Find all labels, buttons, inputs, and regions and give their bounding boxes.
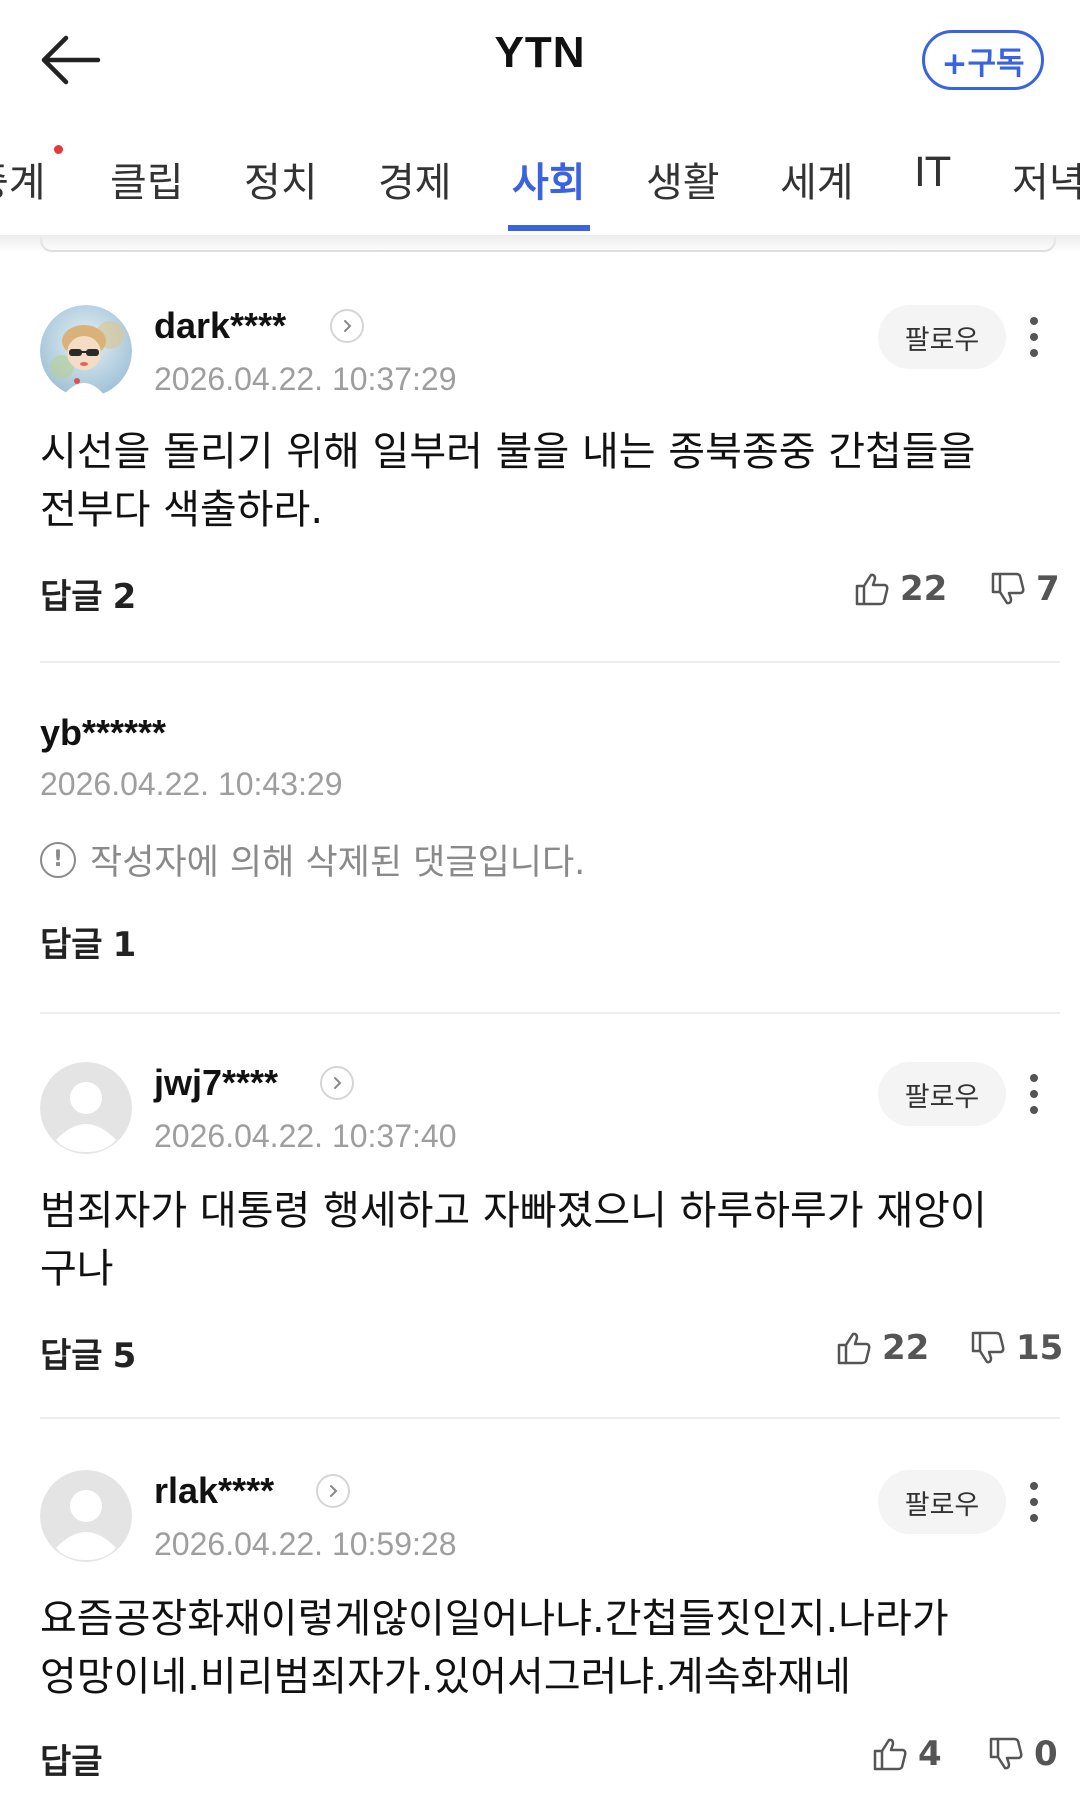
reply-count: 1 [112, 925, 137, 965]
comment-text-line: 전부다 색출하라. [40, 487, 324, 533]
comment-text-line: 시선을 돌리기 위해 일부러 불을 내는 종북종중 간첩들을 [40, 429, 976, 475]
comment-username[interactable]: rlak**** [154, 1470, 274, 1512]
tabs-shadow [0, 235, 1080, 253]
comment-timestamp: 2026.04.22. 10:37:40 [154, 1118, 457, 1154]
more-dot-icon [1030, 1106, 1038, 1114]
thumbs-up-icon [873, 1738, 907, 1771]
comment-body: 요즘공장화재이렇게않이일어나냐.간첩들짓인지.나라가 엉망이네.비리범죄자가.있… [40, 1590, 1040, 1706]
more-dot-icon [1030, 1514, 1038, 1522]
page-title: YTN [494, 28, 586, 77]
profile-link-button[interactable] [316, 1474, 350, 1508]
active-tab-indicator [508, 225, 590, 231]
more-dot-icon [1030, 1090, 1038, 1098]
reply-button[interactable]: 답글 5 [40, 1328, 136, 1377]
deleted-text: 작성자에 의해 삭제된 댓글입니다. [90, 843, 586, 883]
tab-it[interactable]: IT [914, 150, 950, 196]
comment-text-line: 구나 [40, 1246, 114, 1292]
reply-label: 답글 [40, 1336, 103, 1376]
comment-divider [40, 661, 1060, 663]
avatar[interactable] [40, 305, 132, 397]
comment-item: jwj7**** 2026.04.22. 10:37:40 팔로우 범죄자가 대… [0, 1062, 1080, 1382]
comment-text-line: 엉망이네.비리범죄자가.있어서그러냐.계속화재네 [40, 1654, 851, 1700]
follow-button[interactable]: 팔로우 [878, 305, 1006, 369]
tab-life[interactable]: 생활 [646, 150, 720, 208]
avatar[interactable] [40, 1470, 132, 1562]
more-options-button[interactable] [1016, 1062, 1052, 1126]
info-icon: ! [40, 841, 76, 878]
like-button[interactable]: 4 [872, 1734, 942, 1774]
thumbs-down-icon [989, 1737, 1023, 1770]
reply-button[interactable]: 답글 2 [40, 569, 136, 618]
comment-username[interactable]: jwj7**** [154, 1062, 278, 1104]
deleted-notice: ! 작성자에 의해 삭제된 댓글입니다. [40, 834, 585, 885]
more-options-button[interactable] [1016, 1470, 1052, 1534]
tab-economy[interactable]: 경제 [378, 150, 452, 208]
avatar[interactable] [40, 1062, 132, 1154]
default-avatar-icon [40, 1062, 132, 1154]
like-button[interactable]: 22 [854, 569, 947, 609]
default-avatar-icon [40, 1470, 132, 1562]
tab-politics[interactable]: 정치 [244, 150, 318, 208]
subscribe-button[interactable]: +구독 [922, 30, 1044, 90]
comment-item: rlak**** 2026.04.22. 10:59:28 팔로우 요즘공장화재… [0, 1470, 1080, 1810]
comment-text-line: 요즘공장화재이렇게않이일어나냐.간첩들짓인지.나라가 [40, 1596, 949, 1642]
comment-body: 범죄자가 대통령 행세하고 자빠졌으니 하루하루가 재앙이 구나 [40, 1182, 1040, 1298]
comment-timestamp: 2026.04.22. 10:59:28 [154, 1526, 457, 1562]
comment-divider [40, 1012, 1060, 1014]
category-tabs: 중계 클립 정치 경제 사회 생활 세계 IT 저녁 [0, 125, 1080, 235]
comment-username[interactable]: yb****** [40, 712, 166, 754]
comment-text-line: 범죄자가 대통령 행세하고 자빠졌으니 하루하루가 재앙이 [40, 1188, 987, 1234]
more-dot-icon [1030, 1482, 1038, 1490]
comment-item: yb****** 2026.04.22. 10:43:29 ! 작성자에 의해 … [0, 712, 1080, 972]
dislike-button[interactable]: 15 [970, 1328, 1063, 1368]
dislike-count: 0 [1034, 1734, 1058, 1774]
profile-link-button[interactable] [320, 1066, 354, 1100]
more-dot-icon [1030, 349, 1038, 357]
more-dot-icon [1030, 333, 1038, 341]
reply-button[interactable]: 답글 1 [40, 917, 136, 966]
thumbs-up-icon [837, 1332, 871, 1365]
chevron-right-icon [330, 1485, 338, 1497]
thumbs-down-icon [991, 572, 1025, 605]
tab-clip[interactable]: 클립 [110, 150, 184, 208]
more-dot-icon [1030, 1498, 1038, 1506]
reply-button[interactable]: 답글 [40, 1734, 113, 1783]
tab-society[interactable]: 사회 [512, 150, 586, 208]
profile-photo-icon [40, 305, 132, 397]
comment-item: dark**** 2026.04.22. 10:37:29 팔로우 시선을 돌리… [0, 305, 1080, 635]
comment-divider [40, 1417, 1060, 1419]
more-dot-icon [1030, 317, 1038, 325]
like-count: 22 [882, 1328, 930, 1368]
chevron-right-icon [334, 1077, 342, 1089]
comment-timestamp: 2026.04.22. 10:43:29 [40, 766, 343, 802]
follow-button[interactable]: 팔로우 [878, 1062, 1006, 1126]
comment-timestamp: 2026.04.22. 10:37:29 [154, 361, 457, 397]
chevron-right-icon [344, 320, 352, 332]
dislike-button[interactable]: 0 [988, 1734, 1058, 1774]
reply-count: 5 [112, 1336, 137, 1376]
reply-label: 답글 [40, 577, 103, 617]
comment-body: 시선을 돌리기 위해 일부러 불을 내는 종북종중 간첩들을 전부다 색출하라. [40, 423, 1040, 539]
reply-count: 2 [112, 577, 137, 617]
like-button[interactable]: 22 [836, 1328, 929, 1368]
dislike-button[interactable]: 7 [990, 569, 1060, 609]
dislike-count: 15 [1016, 1328, 1064, 1368]
tab-world[interactable]: 세계 [780, 150, 854, 208]
more-options-button[interactable] [1016, 305, 1052, 369]
header-bar: YTN +구독 [0, 0, 1080, 125]
tab-evening[interactable]: 저녁 [1012, 150, 1080, 208]
reply-label: 답글 [40, 925, 103, 965]
thumbs-down-icon [971, 1331, 1005, 1364]
dislike-count: 7 [1036, 569, 1060, 609]
like-count: 22 [900, 569, 948, 609]
thumbs-up-icon [855, 573, 889, 606]
comment-username[interactable]: dark**** [154, 305, 286, 347]
notification-dot [54, 145, 63, 154]
profile-link-button[interactable] [330, 309, 364, 343]
reply-label: 답글 [40, 1742, 103, 1782]
more-dot-icon [1030, 1074, 1038, 1082]
like-count: 4 [918, 1734, 942, 1774]
tab-relay[interactable]: 중계 [0, 150, 46, 208]
follow-button[interactable]: 팔로우 [878, 1470, 1006, 1534]
